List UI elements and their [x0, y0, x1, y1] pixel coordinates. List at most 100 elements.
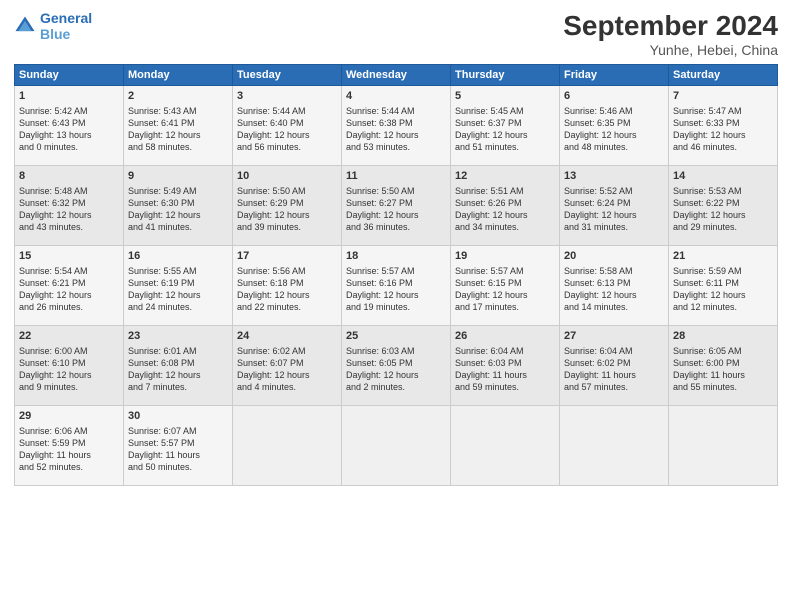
day-info: Sunrise: 5:57 AM: [346, 265, 446, 277]
day-info: Daylight: 12 hours: [237, 289, 337, 301]
table-row: [233, 406, 342, 486]
day-info: Daylight: 12 hours: [455, 129, 555, 141]
day-info: Daylight: 11 hours: [19, 449, 119, 461]
day-number: 6: [564, 89, 664, 104]
day-number: 26: [455, 329, 555, 344]
day-number: 2: [128, 89, 228, 104]
day-info: Sunset: 6:43 PM: [19, 117, 119, 129]
table-row: 3Sunrise: 5:44 AMSunset: 6:40 PMDaylight…: [233, 86, 342, 166]
day-info: Daylight: 12 hours: [128, 289, 228, 301]
day-info: Sunrise: 6:03 AM: [346, 345, 446, 357]
day-info: Daylight: 12 hours: [564, 129, 664, 141]
table-row: 16Sunrise: 5:55 AMSunset: 6:19 PMDayligh…: [124, 246, 233, 326]
day-number: 15: [19, 249, 119, 264]
day-info: and 43 minutes.: [19, 221, 119, 233]
day-info: and 50 minutes.: [128, 461, 228, 473]
day-info: Sunset: 6:26 PM: [455, 197, 555, 209]
day-info: Daylight: 12 hours: [19, 289, 119, 301]
table-row: 18Sunrise: 5:57 AMSunset: 6:16 PMDayligh…: [342, 246, 451, 326]
day-info: Sunrise: 5:43 AM: [128, 105, 228, 117]
day-info: Sunrise: 5:55 AM: [128, 265, 228, 277]
day-info: Sunset: 5:57 PM: [128, 437, 228, 449]
day-number: 10: [237, 169, 337, 184]
day-info: Daylight: 12 hours: [237, 129, 337, 141]
day-info: Sunset: 6:37 PM: [455, 117, 555, 129]
day-info: Daylight: 12 hours: [19, 369, 119, 381]
day-info: and 55 minutes.: [673, 381, 773, 393]
day-number: 4: [346, 89, 446, 104]
logo: General Blue: [14, 10, 92, 42]
day-info: Daylight: 12 hours: [237, 209, 337, 221]
day-number: 19: [455, 249, 555, 264]
day-number: 3: [237, 89, 337, 104]
day-info: Daylight: 11 hours: [455, 369, 555, 381]
table-row: 11Sunrise: 5:50 AMSunset: 6:27 PMDayligh…: [342, 166, 451, 246]
day-number: 27: [564, 329, 664, 344]
col-monday: Monday: [124, 65, 233, 86]
day-info: Sunrise: 6:07 AM: [128, 425, 228, 437]
table-row: 20Sunrise: 5:58 AMSunset: 6:13 PMDayligh…: [560, 246, 669, 326]
day-info: and 59 minutes.: [455, 381, 555, 393]
logo-icon: [14, 15, 36, 37]
table-row: 28Sunrise: 6:05 AMSunset: 6:00 PMDayligh…: [669, 326, 778, 406]
day-info: and 31 minutes.: [564, 221, 664, 233]
table-row: 2Sunrise: 5:43 AMSunset: 6:41 PMDaylight…: [124, 86, 233, 166]
day-info: Sunrise: 6:04 AM: [455, 345, 555, 357]
day-info: Sunset: 6:10 PM: [19, 357, 119, 369]
day-info: and 22 minutes.: [237, 301, 337, 313]
day-info: Sunrise: 5:47 AM: [673, 105, 773, 117]
table-row: 27Sunrise: 6:04 AMSunset: 6:02 PMDayligh…: [560, 326, 669, 406]
day-info: Daylight: 13 hours: [19, 129, 119, 141]
day-info: Daylight: 11 hours: [673, 369, 773, 381]
day-info: and 17 minutes.: [455, 301, 555, 313]
day-info: Sunset: 6:16 PM: [346, 277, 446, 289]
day-info: and 4 minutes.: [237, 381, 337, 393]
day-info: Sunrise: 5:42 AM: [19, 105, 119, 117]
day-info: Daylight: 12 hours: [346, 129, 446, 141]
day-number: 5: [455, 89, 555, 104]
day-info: Sunset: 6:41 PM: [128, 117, 228, 129]
table-row: 5Sunrise: 5:45 AMSunset: 6:37 PMDaylight…: [451, 86, 560, 166]
day-info: and 29 minutes.: [673, 221, 773, 233]
day-number: 1: [19, 89, 119, 104]
table-row: 13Sunrise: 5:52 AMSunset: 6:24 PMDayligh…: [560, 166, 669, 246]
col-sunday: Sunday: [15, 65, 124, 86]
day-number: 11: [346, 169, 446, 184]
day-info: Sunset: 6:02 PM: [564, 357, 664, 369]
day-info: Sunset: 6:05 PM: [346, 357, 446, 369]
day-info: and 7 minutes.: [128, 381, 228, 393]
day-info: and 36 minutes.: [346, 221, 446, 233]
table-row: 8Sunrise: 5:48 AMSunset: 6:32 PMDaylight…: [15, 166, 124, 246]
day-info: and 12 minutes.: [673, 301, 773, 313]
day-info: Daylight: 12 hours: [455, 209, 555, 221]
day-info: and 58 minutes.: [128, 141, 228, 153]
day-info: Sunset: 6:40 PM: [237, 117, 337, 129]
day-info: Sunset: 6:38 PM: [346, 117, 446, 129]
location-subtitle: Yunhe, Hebei, China: [563, 42, 778, 58]
day-info: Sunset: 6:00 PM: [673, 357, 773, 369]
day-info: Sunrise: 5:50 AM: [237, 185, 337, 197]
day-info: Sunset: 6:27 PM: [346, 197, 446, 209]
day-info: Sunrise: 5:53 AM: [673, 185, 773, 197]
day-number: 14: [673, 169, 773, 184]
day-info: Sunrise: 5:48 AM: [19, 185, 119, 197]
day-info: Sunset: 6:24 PM: [564, 197, 664, 209]
day-info: Sunset: 6:08 PM: [128, 357, 228, 369]
day-info: and 48 minutes.: [564, 141, 664, 153]
day-info: Sunset: 6:32 PM: [19, 197, 119, 209]
col-friday: Friday: [560, 65, 669, 86]
month-title: September 2024: [563, 10, 778, 42]
day-number: 8: [19, 169, 119, 184]
day-info: and 41 minutes.: [128, 221, 228, 233]
table-row: 26Sunrise: 6:04 AMSunset: 6:03 PMDayligh…: [451, 326, 560, 406]
day-info: and 56 minutes.: [237, 141, 337, 153]
day-number: 9: [128, 169, 228, 184]
day-number: 18: [346, 249, 446, 264]
day-info: Daylight: 12 hours: [673, 289, 773, 301]
day-info: Sunset: 6:30 PM: [128, 197, 228, 209]
day-info: Sunset: 6:35 PM: [564, 117, 664, 129]
day-number: 17: [237, 249, 337, 264]
table-row: 15Sunrise: 5:54 AMSunset: 6:21 PMDayligh…: [15, 246, 124, 326]
day-info: Daylight: 12 hours: [346, 289, 446, 301]
day-info: Daylight: 11 hours: [128, 449, 228, 461]
